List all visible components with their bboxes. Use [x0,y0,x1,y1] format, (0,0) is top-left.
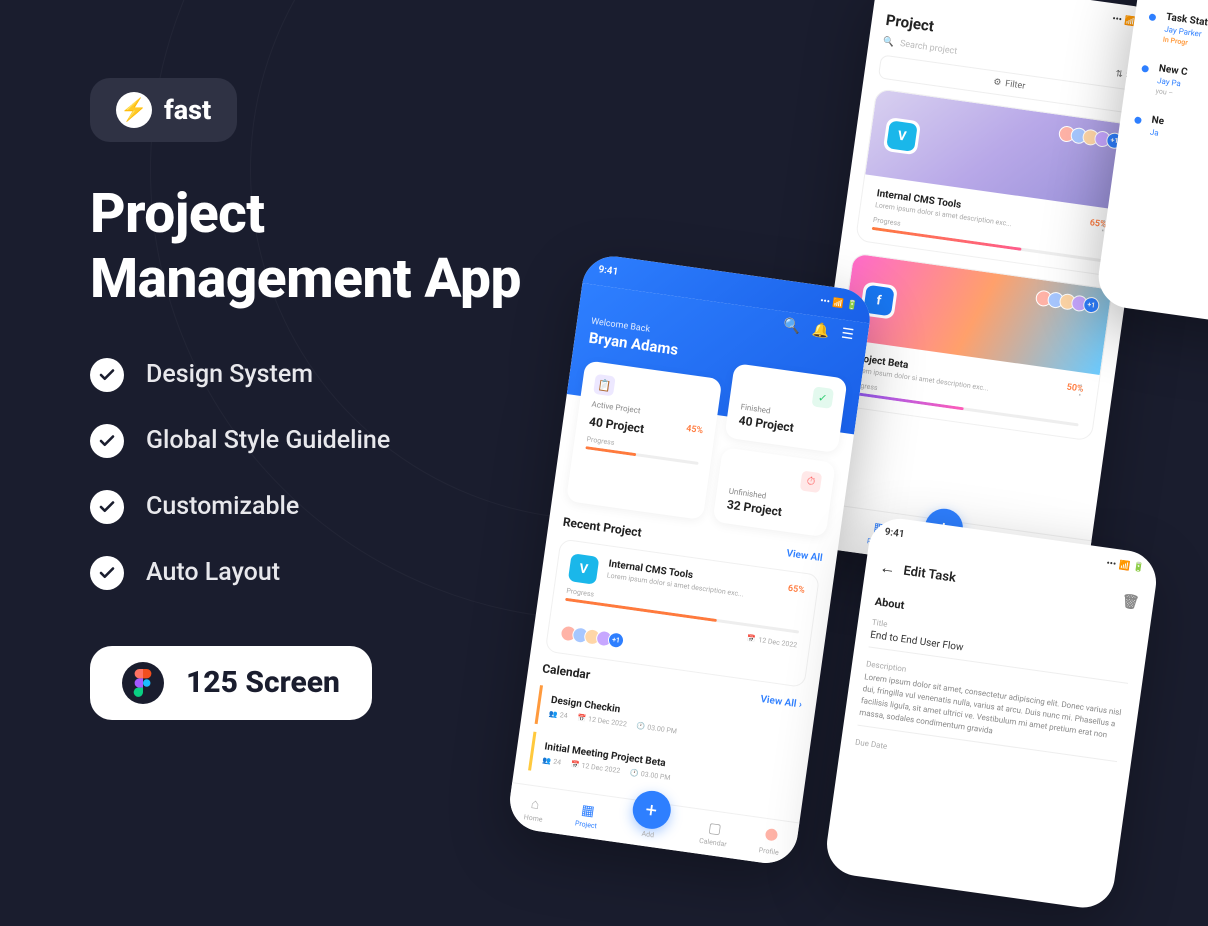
project-date: 12 Dec 2022 [758,636,798,649]
feature-label: Auto Layout [146,558,280,587]
stat-unfinished[interactable]: ⏱ Unfinished 32 Project [712,447,835,537]
bolt-icon: ⚡ [116,92,152,128]
logo-text: fast [164,94,211,126]
calendar-icon: 📅 [570,760,580,769]
feature-label: Customizable [146,492,299,521]
figma-icon [122,662,164,704]
check-icon [90,490,124,524]
project-card[interactable]: f +1 ⋮ Project Beta Lorem ipsum dolor si… [832,253,1113,442]
project-pct: 65% [787,584,805,596]
check-icon [90,358,124,392]
profile-icon [763,827,779,847]
vimeo-icon: V [568,553,600,585]
nav-calendar[interactable]: ▢Calendar [699,819,730,849]
stat-finished[interactable]: ✓ Finished 40 Project [724,363,847,453]
screen-count-badge: 125 Screen [90,646,372,720]
dot-icon [1134,116,1142,124]
menu-icon[interactable]: ☰ [840,326,855,344]
nav-project[interactable]: ▦Project [574,801,599,830]
dot-icon [1148,13,1156,21]
check-icon: ✓ [812,386,835,409]
check-icon [90,424,124,458]
calendar-icon: 📅 [577,714,587,723]
more-icon[interactable]: ⋮ [1072,382,1088,400]
section-title: Recent Project [562,515,642,540]
stat-value: 40 Project [588,414,645,436]
bell-icon[interactable]: 🔔 [811,322,830,340]
feature-item: Customizable [90,490,610,524]
check-icon [90,556,124,590]
notification-item[interactable]: Ne Ja [1117,101,1208,170]
people-icon: 👥 [542,756,552,765]
project-icon: ▦ [580,802,595,820]
search-icon: 🔍 [882,37,895,48]
clock-icon: 🕐 [630,769,640,778]
screen-title: Edit Task [902,563,956,585]
nav-add[interactable]: +Add [628,808,670,841]
page-title: Project Management App [90,182,610,312]
people-icon: 👥 [549,710,559,719]
clock-icon: 🕐 [636,722,646,731]
status-time: 9:41 [598,264,619,278]
avatar-more: +1 [607,631,625,649]
mockup-edit-task: 9:41•••📶🔋 ← Edit Task 🗑 About Title End … [823,515,1160,912]
project-card[interactable]: V +1 ⋮ Internal CMS Tools Lorem ipsum do… [855,88,1136,277]
feature-item: Auto Layout [90,556,610,590]
feature-item: Design System [90,358,610,392]
feature-label: Global Style Guideline [146,426,390,455]
view-all-link[interactable]: View All › [760,693,803,710]
nav-home[interactable]: ⌂Home [523,794,545,823]
clock-icon: ⏱ [800,471,823,494]
recent-project-card[interactable]: V Internal CMS Tools Lorem ipsum dolor s… [545,539,820,688]
section-title: Calendar [541,661,591,682]
status-icons: •••📶🔋 [1106,558,1145,573]
filter-icon: ⚙ [993,77,1002,88]
logo-badge: ⚡ fast [90,78,237,142]
back-icon[interactable]: ← [878,557,897,579]
avatar-more: +1 [1082,296,1100,314]
sort-icon: ⇅ [1115,69,1124,80]
vimeo-icon: V [886,120,918,152]
stat-active[interactable]: 📋 Active Project 40 Project45% Progress [566,360,722,520]
status-icons: •••📶🔋 [820,296,859,311]
calendar-icon: 📅 [746,634,756,643]
screen-count: 125 Screen [186,665,340,700]
trash-icon[interactable]: 🗑 [1120,593,1140,611]
feature-item: Global Style Guideline [90,424,610,458]
home-icon: ⌂ [530,795,541,813]
view-all-link[interactable]: View All [786,548,823,564]
feature-label: Design System [146,360,313,389]
calendar-icon: ▢ [707,820,722,838]
search-icon[interactable]: 🔍 [782,317,801,335]
stat-pct: 45% [685,424,703,436]
nav-profile[interactable]: Profile [758,826,782,857]
clipboard-icon: 📋 [593,374,616,397]
dot-icon [1141,65,1149,73]
status-time: 9:41 [884,527,905,541]
